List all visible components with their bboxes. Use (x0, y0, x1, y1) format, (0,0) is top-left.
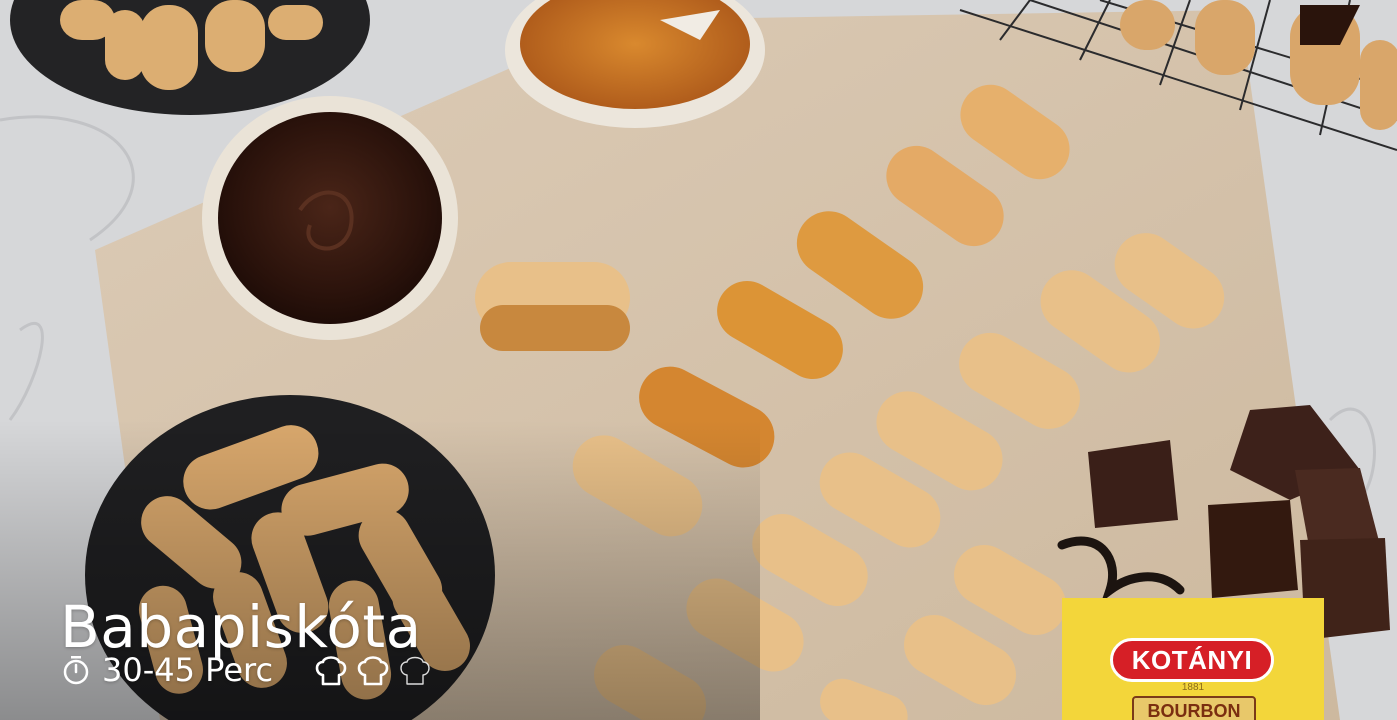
chef-hat-icon (400, 656, 430, 685)
prep-time: 30-45 Perc (102, 651, 274, 689)
difficulty-rating (313, 653, 433, 687)
chef-hat-icon (315, 656, 347, 686)
brand-logo: KOTÁNYI (1110, 638, 1274, 682)
chef-hat-icon (357, 656, 389, 686)
product-name: BOURBON (1132, 696, 1256, 720)
stopwatch-icon (63, 656, 89, 685)
recipe-meta: 30-45 Perc (60, 650, 433, 690)
brand-year: 1881 (1181, 682, 1205, 693)
kotanyi-bourbon-sachet: KOTÁNYI 1881 BOURBON (1062, 598, 1324, 720)
recipe-hero[interactable]: Babapiskóta 30-45 Perc KOTÁNYI 1881 BOUR… (0, 0, 1397, 720)
